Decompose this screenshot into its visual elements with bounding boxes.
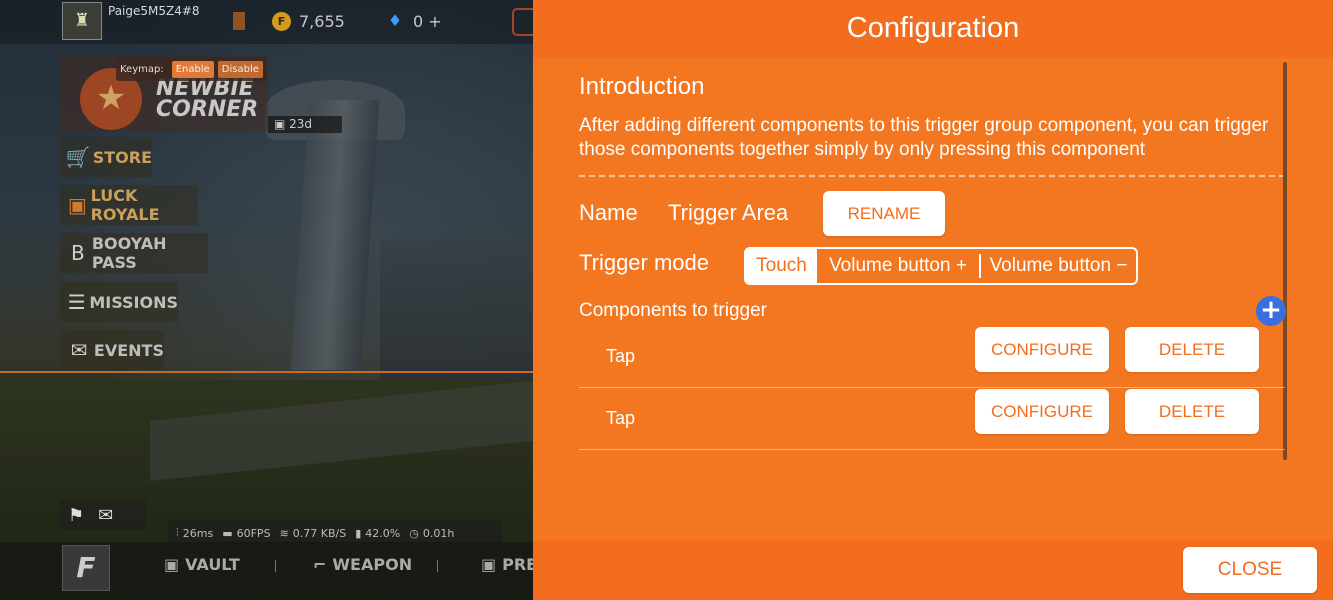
component-name: Tap [606, 408, 636, 428]
nav-divider [437, 560, 438, 572]
ping-stat: ⫶ 26ms [176, 526, 214, 540]
component-row: Tap CONFIGURE DELETE [579, 388, 1285, 450]
player-avatar[interactable]: ♜ [62, 2, 102, 40]
trigger-mode-label: Trigger mode [579, 250, 710, 275]
friends-icon[interactable]: ⚑ [68, 505, 84, 526]
configure-button[interactable]: CONFIGURE [975, 389, 1109, 434]
player-name: Paige5M5Z4#8 [108, 4, 200, 18]
introduction-title: Introduction [579, 73, 705, 100]
menu-item-luck-royale[interactable]: ▣ LUCK ROYALE [60, 185, 198, 225]
component-row: Tap CONFIGURE DELETE [579, 326, 1285, 388]
menu-item-label: STORE [92, 147, 152, 167]
diamond-count[interactable]: 0 + [413, 12, 442, 31]
event-timer: ▣ 23d [268, 116, 342, 133]
booyah-icon: B [71, 241, 85, 265]
clock-icon: ◷ [409, 526, 419, 540]
game-background: ♜ Paige5M5Z4#8 F 7,655 ♦ 0 + ★ NEWBIE CO… [0, 0, 533, 600]
rename-button[interactable]: RENAME [823, 191, 945, 236]
menu-item-label: LUCK ROYALE [90, 186, 160, 224]
close-button[interactable]: CLOSE [1183, 547, 1317, 593]
chat-icon[interactable]: ✉ [98, 505, 113, 526]
wifi-icon: ≋ [279, 526, 289, 540]
component-name: Tap [606, 346, 636, 366]
nav-pres[interactable]: ▣ PRES [481, 555, 533, 574]
nav-weapon-label: WEAPON [332, 555, 413, 574]
nav-vault[interactable]: ▣ VAULT [164, 555, 240, 574]
menu-item-missions[interactable]: ☰ MISSIONS [60, 282, 178, 322]
chat-controls: ⚑ ✉ [60, 500, 146, 530]
presets-icon: ▣ [481, 555, 497, 574]
battery-icon: ▮ [355, 526, 362, 540]
panel-title: Configuration [846, 12, 1020, 44]
fps-icon: ▬ [222, 526, 233, 540]
trigger-mode-touch[interactable]: Touch [746, 249, 817, 283]
section-divider [579, 175, 1285, 177]
configuration-panel: Configuration Introduction After adding … [533, 0, 1333, 600]
nav-weapon[interactable]: ⌐ WEAPON [313, 555, 412, 574]
ping-icon: ⫶ [176, 526, 179, 539]
menu-item-label: EVENTS [93, 340, 164, 360]
nav-vault-label: VAULT [185, 555, 240, 574]
event-timer-value: 23d [289, 117, 313, 131]
keymap-label: Keymap: [120, 63, 164, 75]
network-stat: ≋ 0.77 KB/S [279, 526, 347, 540]
menu-item-label: MISSIONS [89, 292, 178, 312]
delete-button[interactable]: DELETE [1125, 389, 1259, 434]
cart-icon: 🛒 [65, 145, 91, 169]
gold-count: 7,655 [299, 12, 345, 31]
configure-button[interactable]: CONFIGURE [975, 327, 1109, 372]
menu-item-label: BOOYAH PASS [91, 234, 167, 272]
diamond-icon: ♦ [387, 11, 403, 30]
fps-stat: ▬ 60FPS [222, 526, 271, 540]
keymap-toggle: Keymap: Enable Disable [116, 57, 267, 81]
trigger-mode-volume-up[interactable]: Volume button + [817, 254, 981, 278]
introduction-text: After adding different components to thi… [579, 115, 1269, 160]
add-component-button[interactable]: + [1256, 296, 1286, 326]
vault-icon: ▣ [164, 555, 180, 574]
newbie-corner-title: NEWBIE CORNER [156, 76, 259, 122]
clipboard-icon: ☰ [67, 290, 86, 314]
free-fire-logo[interactable]: F [62, 545, 110, 591]
gun-icon: ⌐ [313, 555, 327, 574]
nav-pres-label: PRES [502, 555, 533, 574]
menu-item-events[interactable]: ✉ EVENTS [60, 330, 164, 370]
menu-item-store[interactable]: 🛒 STORE [60, 137, 152, 177]
components-title: Components to trigger [579, 300, 767, 321]
battery-stat: ▮ 42.0% [355, 526, 401, 540]
orange-guide-line [0, 371, 533, 373]
menu-item-booyah-pass[interactable]: B BOOYAH PASS [60, 233, 208, 273]
gold-coin-icon: F [272, 12, 291, 31]
rank-badge-icon [233, 12, 245, 30]
nav-divider [275, 560, 276, 572]
name-value: Trigger Area [668, 200, 789, 225]
keymap-disable-button[interactable]: Disable [217, 60, 263, 78]
name-label: Name [579, 200, 638, 225]
time-stat: ◷ 0.01h [409, 526, 455, 540]
treasure-icon: ▣ [67, 193, 87, 217]
trigger-mode-selector: Touch Volume button + Volume button − [744, 247, 1138, 285]
delete-button[interactable]: DELETE [1125, 327, 1259, 372]
top-menu-icon[interactable] [512, 8, 533, 36]
trigger-mode-volume-down[interactable]: Volume button − [981, 249, 1136, 283]
keymap-enable-button[interactable]: Enable [171, 60, 214, 78]
mail-icon: ✉ [70, 338, 88, 362]
